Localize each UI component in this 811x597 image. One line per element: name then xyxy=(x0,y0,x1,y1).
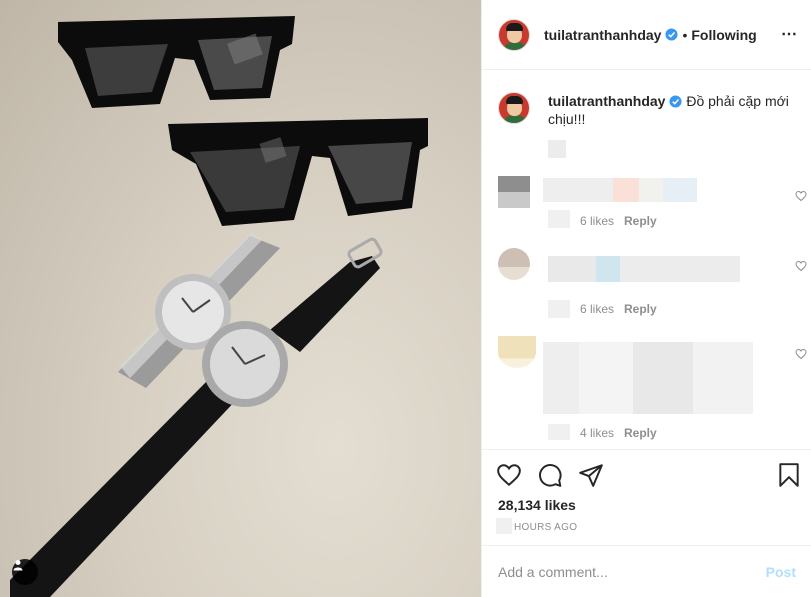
pixelated-text xyxy=(543,342,753,414)
pixelated-text xyxy=(548,424,570,440)
pixelated-text xyxy=(543,178,697,202)
pixelated-text xyxy=(548,256,740,282)
comment-input[interactable] xyxy=(498,563,766,580)
likes-count[interactable]: 28,134 likes xyxy=(498,497,576,513)
separator-dot: • xyxy=(682,26,688,43)
heart-icon[interactable] xyxy=(496,462,522,488)
comment-meta: 6 likes Reply xyxy=(580,214,657,228)
post-photo[interactable] xyxy=(0,0,481,597)
bookmark-icon[interactable] xyxy=(776,462,802,488)
heart-icon[interactable] xyxy=(795,348,807,360)
pixelated-text xyxy=(548,140,566,158)
comment-icon[interactable] xyxy=(537,462,563,488)
sunglasses-middle xyxy=(168,118,428,226)
pixelated-avatar[interactable] xyxy=(498,336,536,368)
post-header: tuilatranthanhday • Following ⋯ xyxy=(482,0,811,70)
post-timestamp[interactable]: HOURS AGO xyxy=(514,522,577,533)
comment-likes[interactable]: 4 likes xyxy=(580,426,614,440)
post-actions: 28,134 likes HOURS AGO xyxy=(482,449,811,549)
reply-button[interactable]: Reply xyxy=(624,302,657,316)
post-caption: tuilatranthanhday Đồ phải cặp mới chịu!!… xyxy=(498,92,802,158)
post-sidebar: tuilatranthanhday • Following ⋯ tuilatra… xyxy=(481,0,811,597)
heart-icon[interactable] xyxy=(795,260,807,272)
caption-username[interactable]: tuilatranthanhday xyxy=(548,93,665,109)
comment-likes[interactable]: 6 likes xyxy=(580,214,614,228)
photo-artwork xyxy=(10,16,428,597)
comment-meta: 4 likes Reply xyxy=(580,426,657,440)
verified-badge-icon xyxy=(669,95,683,108)
more-horizontal-icon[interactable]: ⋯ xyxy=(781,24,798,44)
pixelated-text xyxy=(496,518,512,534)
share-icon[interactable] xyxy=(578,462,604,488)
user-tag-icon[interactable] xyxy=(12,559,38,585)
pixelated-avatar[interactable] xyxy=(498,248,530,280)
reply-button[interactable]: Reply xyxy=(624,214,657,228)
avatar[interactable] xyxy=(498,18,530,51)
pixelated-avatar[interactable] xyxy=(498,176,530,208)
add-comment-bar: Post xyxy=(482,545,811,597)
reply-button[interactable]: Reply xyxy=(624,426,657,440)
heart-icon[interactable] xyxy=(795,190,807,202)
post-button[interactable]: Post xyxy=(766,564,796,580)
following-button[interactable]: Following xyxy=(691,27,756,43)
comment-likes[interactable]: 6 likes xyxy=(580,302,614,316)
pixelated-text xyxy=(548,300,570,318)
pixelated-text xyxy=(548,210,570,228)
verified-badge-icon xyxy=(665,28,679,41)
sunglasses-top xyxy=(58,16,295,108)
comment-meta: 6 likes Reply xyxy=(580,302,657,316)
header-username[interactable]: tuilatranthanhday xyxy=(544,27,661,43)
avatar[interactable] xyxy=(498,92,530,124)
